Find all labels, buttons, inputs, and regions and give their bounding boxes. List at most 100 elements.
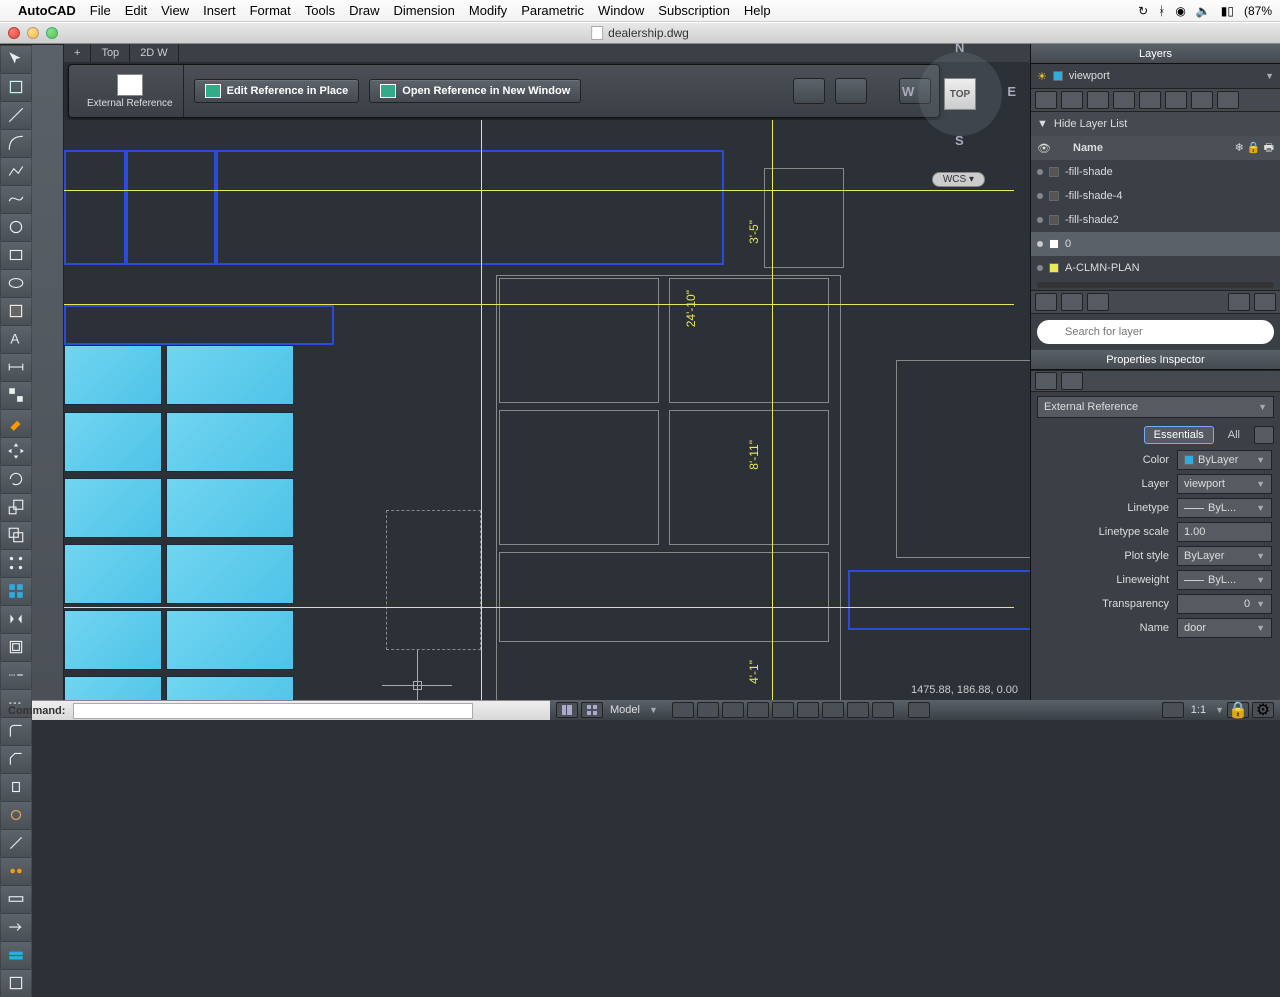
object-type-dropdown[interactable]: External Reference▼ [1037,396,1274,418]
prop-ltscale[interactable]: 1.00 [1177,522,1272,542]
tool-hatch[interactable] [0,297,32,325]
layer-item-1[interactable]: -fill-shade-4 [1031,184,1280,208]
tool-copy[interactable] [0,521,32,549]
layer-state-6[interactable] [1165,91,1187,109]
bluetooth-icon[interactable]: ᚼ [1158,4,1165,18]
volume-icon[interactable]: 🔈 [1196,4,1211,18]
menu-dimension[interactable]: Dimension [393,3,454,18]
tool-arrow[interactable] [0,913,32,941]
viewcube-top[interactable]: TOP [944,78,976,110]
tool-chamfer[interactable] [0,745,32,773]
sb-gridmode[interactable] [697,702,719,718]
props-dropper[interactable] [1254,426,1274,444]
tool-rectangle[interactable] [0,241,32,269]
edit-reference-in-place-button[interactable]: Edit Reference in Place [194,79,360,103]
app-name[interactable]: AutoCAD [18,3,76,18]
tab-top[interactable]: Top [91,44,130,62]
props-mode-2[interactable] [1061,372,1083,390]
layer-new[interactable] [1035,293,1057,311]
layer-state-7[interactable] [1191,91,1213,109]
props-mode-1[interactable] [1035,372,1057,390]
sb-lwt[interactable] [847,702,869,718]
layer-item-0[interactable]: -fill-shade [1031,160,1280,184]
prop-color[interactable]: ByLayer▼ [1177,450,1272,470]
tool-ellipse[interactable] [0,269,32,297]
sb-cursor[interactable] [1162,702,1184,718]
menu-tools[interactable]: Tools [305,3,335,18]
tool-grid[interactable] [0,577,32,605]
layer-del[interactable] [1228,293,1250,311]
tool-stretch[interactable] [0,773,32,801]
layer-search-input[interactable] [1037,320,1274,344]
command-input[interactable] [73,703,473,719]
sb-dyn[interactable] [822,702,844,718]
tool-props[interactable] [0,969,32,997]
layer-column-header[interactable]: 👁 Name ❄ 🔒 🖶 [1031,136,1280,160]
layer-state-1[interactable] [1035,91,1057,109]
tool-mirror[interactable] [0,605,32,633]
layer-item-2[interactable]: -fill-shade2 [1031,208,1280,232]
tool-line[interactable] [0,101,32,129]
sb-grid[interactable] [581,702,603,718]
open-reference-new-window-button[interactable]: Open Reference in New Window [369,79,581,103]
tool-block[interactable] [0,381,32,409]
prop-linetype[interactable]: ByL...▼ [1177,498,1272,518]
sb-trans[interactable] [872,702,894,718]
sb-osnap[interactable] [772,702,794,718]
model-button[interactable]: Model [606,704,644,716]
layer-state-8[interactable] [1217,91,1239,109]
ref-tool-3[interactable] [899,78,931,104]
sb-polar[interactable] [747,702,769,718]
tool-scale[interactable] [0,493,32,521]
menu-view[interactable]: View [161,3,189,18]
sb-snap[interactable] [672,702,694,718]
wifi-icon[interactable]: ◉ [1175,4,1185,18]
tab-2dw[interactable]: 2D W [130,44,179,62]
tool-trim[interactable] [0,661,32,689]
layer-state-3[interactable] [1087,91,1109,109]
layer-state-4[interactable] [1113,91,1135,109]
tool-polyline[interactable] [0,157,32,185]
sb-otrack[interactable] [797,702,819,718]
tool-explode[interactable] [0,801,32,829]
tab-add[interactable]: + [64,44,91,62]
menu-parametric[interactable]: Parametric [521,3,584,18]
sb-gear[interactable]: ⚙ [1252,702,1274,718]
tab-essentials[interactable]: Essentials [1144,426,1214,444]
sb-lock[interactable]: 🔒 [1227,702,1249,718]
layer-opts[interactable] [1254,293,1276,311]
sb-monitor[interactable] [908,702,930,718]
ref-tool-2[interactable] [835,78,867,104]
prop-lineweight[interactable]: ByL...▼ [1177,570,1272,590]
tool-offset[interactable] [0,633,32,661]
wcs-badge[interactable]: WCS ▾ [932,172,985,187]
tool-arc[interactable] [0,129,32,157]
menu-window[interactable]: Window [598,3,644,18]
sb-ortho[interactable] [722,702,744,718]
tool-array[interactable] [0,549,32,577]
prop-name[interactable]: door▼ [1177,618,1272,638]
menu-format[interactable]: Format [250,3,291,18]
sync-icon[interactable]: ↻ [1138,4,1148,18]
menu-modify[interactable]: Modify [469,3,507,18]
tool-move[interactable] [0,437,32,465]
drawing-area[interactable]: + Top 2D W External Reference Edit Refer… [64,44,1030,700]
layer-open[interactable] [1061,293,1083,311]
tool-join[interactable] [0,857,32,885]
prop-plotstyle[interactable]: ByLayer▼ [1177,546,1272,566]
tool-text[interactable]: A [0,325,32,353]
scale-button[interactable]: 1:1 [1187,704,1210,716]
tool-spline[interactable] [0,185,32,213]
menu-draw[interactable]: Draw [349,3,379,18]
menu-edit[interactable]: Edit [125,3,147,18]
tool-rotate[interactable] [0,465,32,493]
current-layer-row[interactable]: ☀ viewport ▼ [1031,64,1280,88]
minimize-button[interactable] [27,27,39,39]
layer-item-3[interactable]: 0 [1031,232,1280,256]
tool-circle[interactable] [0,213,32,241]
menu-insert[interactable]: Insert [203,3,236,18]
ref-tool-1[interactable] [793,78,825,104]
layer-scrollbar[interactable] [1037,282,1274,288]
tool-measure[interactable] [0,885,32,913]
battery-icon[interactable]: ▮▯ [1221,4,1234,18]
